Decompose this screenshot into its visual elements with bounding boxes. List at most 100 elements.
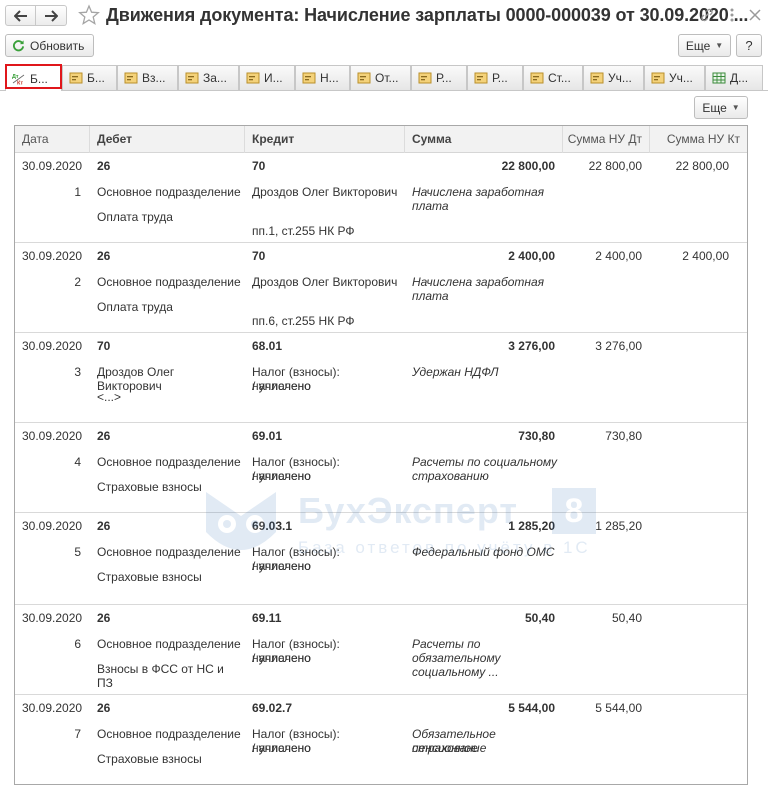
column-header-sum[interactable]: Сумма bbox=[405, 126, 563, 153]
table-row[interactable]: 30.09.2020 5 26 Основное подразделение Страх… bbox=[15, 513, 747, 605]
cell-description-line: плата bbox=[412, 199, 449, 213]
cell-credit-account: 68.01 bbox=[252, 339, 283, 353]
cell-debit-subconto-2: Страховые взносы bbox=[97, 570, 202, 584]
register-icon bbox=[69, 72, 83, 84]
tab-label: Б... bbox=[87, 71, 105, 85]
cell-date: 30.09.2020 bbox=[22, 159, 83, 173]
table-row[interactable]: 30.09.2020 6 26 Основное подразделение Взнос… bbox=[15, 605, 747, 695]
tab-10[interactable]: Ст... bbox=[523, 65, 583, 90]
cell-debit-account: 26 bbox=[97, 701, 111, 715]
register-icon bbox=[246, 72, 260, 84]
chevron-down-icon: ▼ bbox=[715, 41, 724, 50]
tab-11[interactable]: Уч... bbox=[583, 65, 644, 90]
cell-debit-subconto-1: Основное подразделение bbox=[97, 185, 241, 199]
column-header-date[interactable]: Дата bbox=[15, 126, 90, 153]
cell-sum-nu-dt: 1 285,20 bbox=[595, 519, 642, 533]
cell-debit-account: 26 bbox=[97, 429, 111, 443]
cell-credit-subconto-2: / уплачено bbox=[252, 651, 311, 665]
cell-sum: 50,40 bbox=[524, 611, 555, 625]
refresh-label: Обновить bbox=[30, 38, 85, 53]
register-icon bbox=[530, 72, 544, 84]
cell-sum-nu-dt: 5 544,00 bbox=[595, 701, 642, 715]
cell-debit-subconto-2: Оплата труда bbox=[97, 300, 173, 314]
column-header-sum-nu-dt[interactable]: Сумма НУ Дт bbox=[563, 126, 650, 153]
tab-2[interactable]: Б... bbox=[62, 65, 117, 90]
help-button[interactable]: ? bbox=[736, 34, 762, 57]
register-icon bbox=[651, 72, 665, 84]
tab-8[interactable]: Р... bbox=[411, 65, 467, 90]
back-button[interactable] bbox=[5, 5, 36, 26]
panel-more-button[interactable]: Еще ▼ bbox=[694, 96, 748, 119]
tab-3[interactable]: Вз... bbox=[117, 65, 178, 90]
close-icon[interactable] bbox=[745, 5, 765, 25]
column-header-debit[interactable]: Дебет bbox=[90, 126, 245, 153]
link-icon[interactable] bbox=[697, 5, 717, 25]
cell-sum: 1 285,20 bbox=[508, 519, 555, 533]
tab-label: Д... bbox=[730, 71, 749, 85]
cell-sum-nu-dt: 3 276,00 bbox=[595, 339, 642, 353]
tab-1[interactable]: Дт Кт Б... bbox=[5, 65, 62, 91]
register-icon bbox=[590, 72, 604, 84]
more-vertical-icon[interactable] bbox=[722, 5, 742, 25]
cell-sum: 5 544,00 bbox=[508, 701, 555, 715]
cell-debit-subconto-1: Основное подразделение bbox=[97, 275, 241, 289]
cell-description-line: Расчеты по bbox=[412, 637, 481, 651]
cell-credit-account: 69.01 bbox=[252, 429, 283, 443]
cell-debit-subconto-1: Основное подразделение bbox=[97, 727, 241, 741]
cell-debit-account: 26 bbox=[97, 249, 111, 263]
cell-debit-subconto-2: Взносы в ФСС от НС и ПЗ bbox=[97, 662, 224, 690]
tab-label: Б... bbox=[30, 71, 48, 86]
tab-5[interactable]: И... bbox=[239, 65, 295, 90]
refresh-button[interactable]: Обновить bbox=[5, 34, 94, 57]
tab-4[interactable]: За... bbox=[178, 65, 239, 90]
cell-credit-subconto-2: / уплачено bbox=[252, 559, 311, 573]
tab-label: И... bbox=[264, 71, 283, 85]
cell-description-line: социальному ... bbox=[412, 665, 499, 679]
cell-credit-account: 70 bbox=[252, 159, 266, 173]
cell-credit-account: 69.11 bbox=[252, 611, 282, 625]
tab-6[interactable]: Н... bbox=[295, 65, 350, 90]
cell-credit-subconto-1: Дроздов Олег Викторович bbox=[252, 275, 398, 289]
cell-debit-subconto-2: <...> bbox=[97, 390, 122, 404]
table-row[interactable]: 30.09.2020 3 70 Дроздов Олег Викторович <...… bbox=[15, 333, 747, 423]
cell-sum-nu-dt: 22 800,00 bbox=[588, 159, 642, 173]
cell-sum-nu-kt: 2 400,00 bbox=[682, 249, 729, 263]
cell-debit-subconto-1: Основное подразделение bbox=[97, 545, 241, 559]
cell-debit-subconto-2: Страховые взносы bbox=[97, 480, 202, 494]
cell-debit-account: 26 bbox=[97, 611, 111, 625]
register-icon bbox=[185, 72, 199, 84]
register-icon bbox=[418, 72, 432, 84]
tab-label: Уч... bbox=[669, 71, 693, 85]
cell-debit-subconto-2: Оплата труда bbox=[97, 210, 173, 224]
tab-7[interactable]: От... bbox=[350, 65, 411, 90]
cell-debit-account: 26 bbox=[97, 519, 111, 533]
cell-date: 30.09.2020 bbox=[22, 249, 83, 263]
postings-grid[interactable]: Дата Дебет Кредит Сумма Сумма НУ Дт Сумм… bbox=[14, 125, 748, 785]
forward-button[interactable] bbox=[36, 5, 67, 26]
cell-sum-nu-dt: 730,80 bbox=[605, 429, 642, 443]
cell-date: 30.09.2020 bbox=[22, 611, 83, 625]
table-row[interactable]: 30.09.2020 4 26 Основное подразделение Страх… bbox=[15, 423, 747, 513]
cell-credit-subconto-2: / уплачено bbox=[252, 741, 311, 755]
table-row[interactable]: 30.09.2020 1 26 Основное подразделение Оплат… bbox=[15, 153, 747, 243]
cell-sum-nu-dt: 50,40 bbox=[611, 611, 642, 625]
refresh-icon bbox=[12, 40, 25, 52]
tab-13[interactable]: Д... bbox=[705, 65, 763, 90]
column-header-sum-nu-kt[interactable]: Сумма НУ Кт bbox=[650, 126, 747, 153]
column-header-credit[interactable]: Кредит bbox=[245, 126, 405, 153]
cell-description-line: Начислена заработная bbox=[412, 275, 545, 289]
tab-label: От... bbox=[375, 71, 399, 85]
table-row[interactable]: 30.09.2020 7 26 Основное подразделение Страх… bbox=[15, 695, 747, 784]
cell-line-number: 2 bbox=[74, 275, 81, 289]
cell-credit-subconto-3: пп.6, ст.255 НК РФ bbox=[252, 314, 355, 328]
favorite-star-icon[interactable] bbox=[78, 4, 100, 26]
cell-line-number: 5 bbox=[74, 545, 81, 559]
table-row[interactable]: 30.09.2020 2 26 Основное подразделение Оплат… bbox=[15, 243, 747, 333]
cell-credit-account: 69.02.7 bbox=[252, 701, 293, 715]
arrow-right-icon bbox=[45, 9, 58, 22]
tab-9[interactable]: Р... bbox=[467, 65, 523, 90]
cell-debit-account: 26 bbox=[97, 159, 111, 173]
cell-debit-subconto-1: Дроздов Олег Викторович bbox=[97, 365, 175, 393]
tab-12[interactable]: Уч... bbox=[644, 65, 705, 90]
more-button[interactable]: Еще ▼ bbox=[678, 34, 731, 57]
